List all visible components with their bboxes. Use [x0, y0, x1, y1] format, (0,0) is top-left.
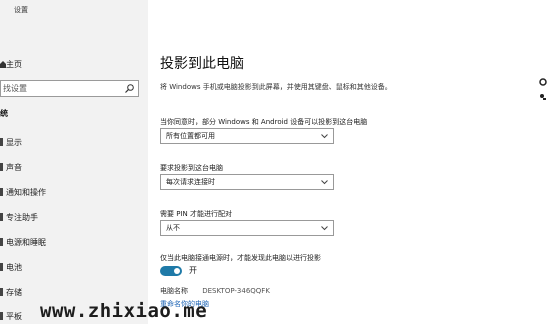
main-content: 投影到此电脑 将 Windows 手机或电脑投影到此屏幕，并使用其键盘、鼠标和其…	[148, 0, 551, 324]
sidebar-section-label: 统	[0, 109, 8, 118]
sidebar-item-label: 电池	[6, 262, 22, 272]
search-box[interactable]	[0, 80, 139, 97]
sidebar-item-label: 平板	[6, 311, 22, 321]
related-icon-top	[539, 78, 547, 86]
page-description: 将 Windows 手机或电脑投影到此屏幕，并使用其键盘、鼠标和其他设备。	[160, 83, 392, 91]
sidebar-item-storage[interactable]: 存储	[0, 282, 148, 302]
pin-dropdown[interactable]: 从不	[160, 220, 334, 236]
search-icon[interactable]	[125, 84, 134, 93]
toggle-knob	[174, 267, 180, 274]
power-icon	[0, 238, 3, 246]
sidebar-item-power-sleep[interactable]: 电源和睡眠	[0, 232, 148, 252]
sidebar-item-notifications[interactable]: 通知和操作	[0, 182, 148, 202]
sidebar-item-label: 专注助手	[6, 212, 38, 222]
pc-name-label: 电脑名称	[160, 287, 188, 295]
request-value: 每次请求连接时	[166, 178, 215, 186]
pc-name-value: DESKTOP-346QQFK	[202, 287, 270, 295]
power-toggle[interactable]	[160, 265, 182, 276]
related-icon-bottom	[540, 94, 546, 100]
search-input[interactable]	[1, 81, 121, 96]
availability-value: 所有位置都可用	[166, 132, 215, 140]
toggle-state-text: 开	[189, 266, 197, 275]
pc-name-row: 电脑名称 DESKTOP-346QQFK	[160, 286, 270, 296]
sound-icon	[0, 163, 3, 171]
chevron-down-icon	[321, 180, 328, 185]
sidebar-item-display[interactable]: 显示	[0, 132, 148, 152]
sidebar-item-label: 显示	[6, 137, 22, 147]
pin-value: 从不	[166, 224, 180, 232]
power-label: 仅当此电脑接通电源时，才能发现此电脑以进行投影	[160, 254, 321, 262]
sidebar-item-label: 声音	[6, 162, 22, 172]
sidebar-item-home[interactable]: 主页	[0, 55, 148, 73]
sidebar-item-label: 存储	[6, 287, 22, 297]
sidebar-item-label: 通知和操作	[6, 187, 46, 197]
power-toggle-row: 开	[160, 265, 197, 276]
chevron-down-icon	[321, 134, 328, 139]
focus-assist-icon	[0, 213, 3, 221]
request-label: 要求投影到这台电脑	[160, 164, 223, 172]
page-title: 投影到此电脑	[160, 56, 244, 72]
notifications-icon	[0, 188, 3, 196]
availability-dropdown[interactable]: 所有位置都可用	[160, 128, 334, 144]
sidebar: 设置 主页 统 显示 声音 通知和操作 专注助手 电源和睡眠 电池	[0, 0, 148, 324]
sidebar-home-label: 主页	[6, 59, 22, 69]
watermark: www.zhixiao.me	[40, 300, 208, 322]
availability-label: 当你同意时，部分 Windows 和 Android 设备可以投影到这台电脑	[160, 118, 368, 126]
storage-icon	[0, 288, 3, 296]
window-title: 设置	[14, 6, 28, 14]
sidebar-item-focus-assist[interactable]: 专注助手	[0, 207, 148, 227]
sidebar-item-battery[interactable]: 电池	[0, 257, 148, 277]
battery-icon	[0, 263, 3, 271]
tablet-icon	[0, 312, 3, 320]
request-dropdown[interactable]: 每次请求连接时	[160, 174, 334, 190]
sidebar-item-sound[interactable]: 声音	[0, 157, 148, 177]
chevron-down-icon	[321, 226, 328, 231]
sidebar-item-label: 电源和睡眠	[6, 237, 46, 247]
display-icon	[0, 138, 3, 146]
pin-label: 需要 PIN 才能进行配对	[160, 210, 232, 218]
